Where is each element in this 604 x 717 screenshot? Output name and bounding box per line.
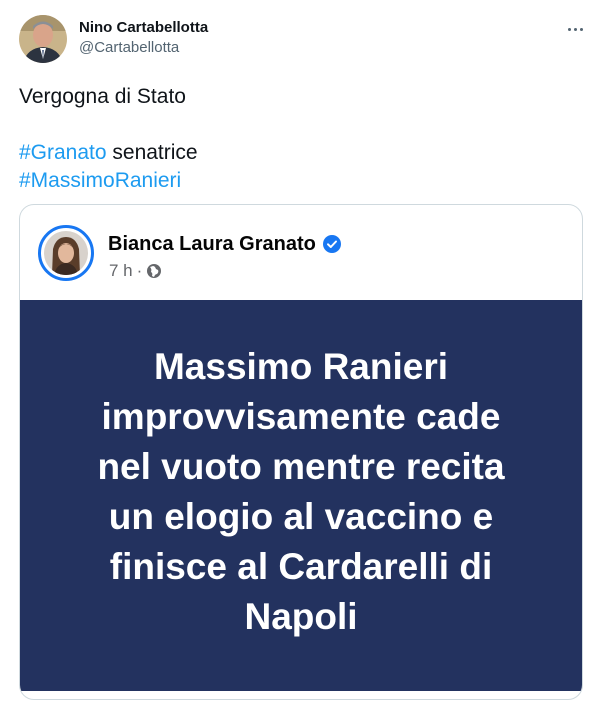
author-handle[interactable]: @Cartabellotta xyxy=(79,39,179,57)
attached-image-card[interactable]: Bianca Laura Granato 7 h · Massimo Ranie… xyxy=(19,204,583,700)
verified-badge-icon xyxy=(322,235,341,253)
hashtag-link[interactable]: #Granato xyxy=(19,141,107,164)
meta-separator: · xyxy=(136,261,143,280)
more-button[interactable] xyxy=(560,18,590,40)
author-avatar[interactable] xyxy=(19,15,67,63)
quoted-author-name-text: Bianca Laura Granato xyxy=(108,233,316,255)
tweet-text-line: #MassimoRanieri xyxy=(19,167,579,195)
globe-icon xyxy=(146,263,162,279)
quoted-post-meta: 7 h · xyxy=(109,261,162,281)
quoted-author-name: Bianca Laura Granato xyxy=(108,232,341,256)
quoted-author-avatar xyxy=(38,225,94,281)
author-name[interactable]: Nino Cartabellotta xyxy=(79,19,208,37)
tweet: Nino Cartabellotta @Cartabellotta Vergog… xyxy=(0,0,604,717)
tweet-text-line: #Granato senatrice xyxy=(19,139,579,167)
post-image-text: Massimo Ranieri improvvisamente cade nel… xyxy=(97,345,505,637)
hashtag-link[interactable]: #MassimoRanieri xyxy=(19,169,181,192)
post-image: Massimo Ranieri improvvisamente cade nel… xyxy=(20,300,582,691)
post-time: 7 h xyxy=(109,261,133,280)
tweet-text-line: Vergogna di Stato xyxy=(19,85,186,108)
tweet-text-fragment: senatrice xyxy=(106,141,198,164)
tweet-text: Vergogna di Stato #Granato senatrice #Ma… xyxy=(19,83,579,195)
more-dots-icon xyxy=(567,27,583,31)
